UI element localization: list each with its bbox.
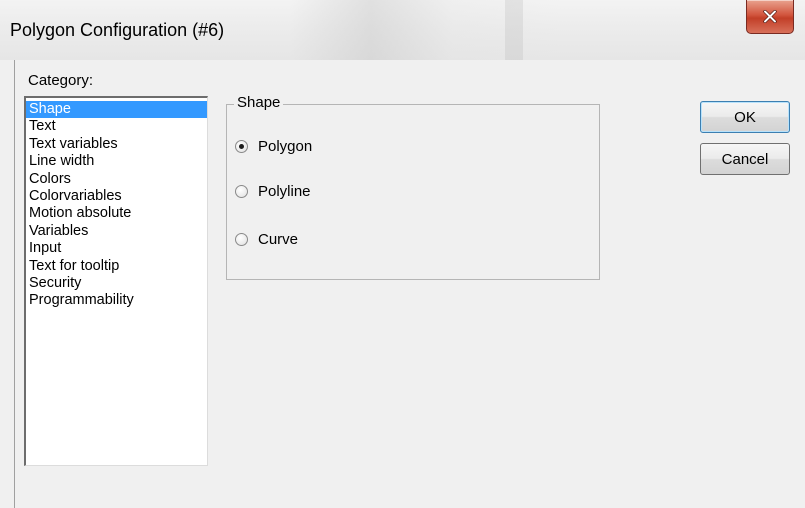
radio-polygon-label: Polygon <box>258 137 313 155</box>
category-label: Category: <box>28 72 94 89</box>
radio-button[interactable] <box>235 184 248 198</box>
category-item-variables[interactable]: Variables <box>26 223 207 240</box>
category-item-text-variables[interactable]: Text variables <box>26 136 207 153</box>
radio-button[interactable] <box>235 232 248 246</box>
window-title: Polygon Configuration (#6) <box>10 20 225 40</box>
radio-curve-label: Curve <box>258 230 299 248</box>
category-item-colors[interactable]: Colors <box>26 171 207 188</box>
category-item-text[interactable]: Text <box>26 118 207 135</box>
radio-polygon[interactable]: Polygon <box>235 136 312 156</box>
close-button[interactable] <box>746 0 794 34</box>
close-icon <box>763 10 777 23</box>
cancel-button[interactable]: Cancel <box>700 143 790 175</box>
category-item-colorvariables[interactable]: Colorvariables <box>26 188 207 205</box>
category-item-text-for-tooltip[interactable]: Text for tooltip <box>26 258 207 275</box>
category-item-input[interactable]: Input <box>26 240 207 257</box>
category-item-security[interactable]: Security <box>26 275 207 292</box>
category-item-line-width[interactable]: Line width <box>26 153 207 170</box>
radio-polyline-label: Polyline <box>258 182 311 200</box>
title-bar[interactable]: Polygon Configuration (#6) <box>0 0 805 60</box>
radio-polyline[interactable]: Polyline <box>235 181 311 201</box>
category-listbox[interactable]: Shape Text Text variables Line width Col… <box>24 96 208 466</box>
radio-curve[interactable]: Curve <box>235 229 298 249</box>
ok-button[interactable]: OK <box>700 101 790 133</box>
category-item-shape[interactable]: Shape <box>26 101 207 119</box>
category-item-programmability[interactable]: Programmability <box>26 292 207 309</box>
category-item-motion-absolute[interactable]: Motion absolute <box>26 205 207 222</box>
radio-button-checked[interactable] <box>235 139 248 153</box>
shape-groupbox-title: Shape <box>234 94 284 112</box>
